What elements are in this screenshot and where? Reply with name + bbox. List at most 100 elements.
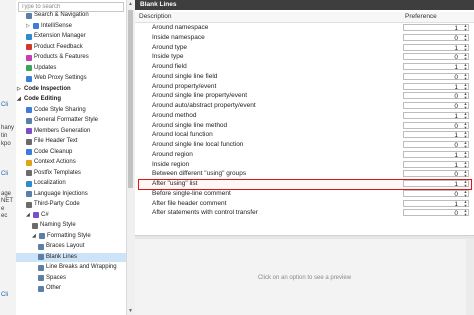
spinner[interactable]: ▲ ▼ [462,131,469,139]
spin-down-icon[interactable]: ▼ [462,76,469,81]
spin-down-icon[interactable]: ▼ [462,125,469,130]
tree-item[interactable]: ◢ C# [16,211,126,220]
option-row[interactable]: Around single line local function 0 ▲ ▼ [135,140,474,150]
option-row[interactable]: Around single line property/event 0 ▲ ▼ [135,91,474,101]
tree-item[interactable]: Spaces [16,274,126,283]
option-row[interactable]: After statements with control transfer 0 ▲… [135,208,474,218]
option-value-input[interactable]: 1 [403,199,469,208]
spin-down-icon[interactable]: ▼ [462,164,469,169]
option-value-input[interactable]: 1 [403,24,469,32]
option-value-input[interactable]: 1 [403,111,469,120]
option-value-input[interactable]: 0 [403,170,469,178]
option-value-input[interactable]: 1 [403,43,469,52]
collapse-arrow-icon[interactable]: ◢ [26,211,32,220]
spinner[interactable]: ▲ ▼ [462,199,469,208]
spinner[interactable]: ▲ ▼ [462,53,469,61]
tree-item[interactable]: File Header Text [16,137,126,146]
option-row[interactable]: After file header comment 1 ▲ ▼ [135,199,474,209]
tree-item[interactable]: Other [16,284,126,293]
spinner[interactable]: ▲ ▼ [462,92,469,100]
tree-item[interactable]: Updates [16,64,126,73]
option-value-input[interactable]: 0 [403,189,469,198]
spin-down-icon[interactable]: ▼ [462,115,469,120]
option-row[interactable]: Around type 1 ▲ ▼ [135,43,474,53]
tree-item[interactable]: Products & Features [16,53,126,62]
tree-item[interactable]: Code Cleanup [16,148,126,157]
spin-down-icon[interactable]: ▼ [462,96,469,100]
tree-item[interactable]: Braces Layout [16,242,126,251]
option-value-input[interactable]: 1 [403,63,469,71]
spin-down-icon[interactable]: ▼ [462,47,469,52]
spinner[interactable]: ▲ ▼ [462,111,469,120]
spin-down-icon[interactable]: ▼ [462,57,469,61]
tree-item[interactable]: ◢ Formatting Style [16,232,126,241]
spinner[interactable]: ▲ ▼ [462,160,469,169]
spin-down-icon[interactable]: ▼ [462,154,469,159]
option-row[interactable]: Inside namespace 0 ▲ ▼ [135,33,474,43]
spinner[interactable]: ▲ ▼ [462,121,469,130]
option-value-input[interactable]: 0 [403,141,469,149]
option-row[interactable]: Around region 1 ▲ ▼ [135,150,474,160]
option-row[interactable]: Around single line method 0 ▲ ▼ [135,121,474,131]
spinner[interactable]: ▲ ▼ [462,72,469,81]
option-value-input[interactable]: 0 [403,53,469,61]
tree-item[interactable]: Search & Navigation [16,11,126,20]
option-value-input[interactable]: 1 [403,150,469,159]
option-value-input[interactable]: 1 [403,82,469,91]
option-row[interactable]: Inside region 1 ▲ ▼ [135,160,474,170]
collapse-arrow-icon[interactable]: ◢ [32,232,38,241]
spinner[interactable]: ▲ ▼ [462,209,469,217]
option-value-input[interactable]: 0 [403,33,469,42]
tree-item[interactable]: ▷ IntelliSense [16,22,126,31]
scroll-up-icon[interactable]: ▲ [128,1,133,7]
tree-item[interactable]: Web Proxy Settings [16,74,126,83]
option-row[interactable]: Around single line field 0 ▲ ▼ [135,72,474,82]
spinner[interactable]: ▲ ▼ [462,43,469,52]
option-row[interactable]: Around local function 1 ▲ ▼ [135,130,474,140]
column-header-preference[interactable]: Preference [405,13,437,20]
spinner[interactable]: ▲ ▼ [462,82,469,91]
tree-item[interactable]: Product Feedback [16,43,126,52]
option-row[interactable]: Inside type 0 ▲ ▼ [135,52,474,62]
option-value-input[interactable]: 0 [403,102,469,110]
tree-item[interactable]: Blank Lines [16,252,126,262]
tree-item[interactable]: Localization [16,179,126,188]
scroll-down-icon[interactable]: ▼ [128,308,133,314]
collapse-arrow-icon[interactable]: ◢ [17,95,23,104]
tree-item[interactable]: Code Style Sharing [16,106,126,115]
tree-item[interactable]: General Formatter Style [16,116,126,125]
option-row[interactable]: Around property/event 1 ▲ ▼ [135,82,474,92]
search-input[interactable] [19,3,119,11]
tree-item[interactable]: ◢ Code Editing [16,95,126,104]
option-row[interactable]: Around auto/abstract property/event 0 ▲ ▼ [135,101,474,111]
spin-down-icon[interactable]: ▼ [462,145,469,149]
spinner[interactable]: ▲ ▼ [462,141,469,149]
tree-item[interactable]: Language Injections [16,190,126,199]
spin-down-icon[interactable]: ▼ [462,106,469,110]
spin-down-icon[interactable]: ▼ [462,86,469,91]
tree-item[interactable]: Context Actions [16,158,126,167]
spin-down-icon[interactable]: ▼ [462,28,469,32]
spinner[interactable]: ▲ ▼ [462,63,469,71]
option-value-input[interactable]: 1 [403,160,469,169]
tree-item[interactable]: Postfix Templates [16,169,126,178]
spin-down-icon[interactable]: ▼ [462,203,469,208]
option-row[interactable]: Around namespace 1 ▲ ▼ [135,23,474,33]
tree-item[interactable]: Line Breaks and Wrapping [16,263,126,272]
spin-down-icon[interactable]: ▼ [462,37,469,42]
option-value-input[interactable]: 0 [403,209,469,217]
scroll-thumb[interactable] [128,10,133,188]
option-row[interactable]: Before single-line comment 0 ▲ ▼ [135,189,474,199]
tree-item[interactable]: ▷ Code Inspection [16,85,126,94]
tree-item[interactable]: Naming Style [16,221,126,230]
spinner[interactable]: ▲ ▼ [462,24,469,32]
expand-arrow-icon[interactable]: ▷ [17,85,23,94]
column-header-description[interactable]: Description [139,13,172,20]
spinner[interactable]: ▲ ▼ [462,33,469,42]
spinner[interactable]: ▲ ▼ [462,189,469,198]
option-value-input[interactable]: 0 [403,72,469,81]
option-value-input[interactable]: 0 [403,92,469,100]
spinner[interactable]: ▲ ▼ [462,150,469,159]
option-row[interactable]: Around field 1 ▲ ▼ [135,62,474,72]
option-row[interactable]: Around method 1 ▲ ▼ [135,111,474,121]
